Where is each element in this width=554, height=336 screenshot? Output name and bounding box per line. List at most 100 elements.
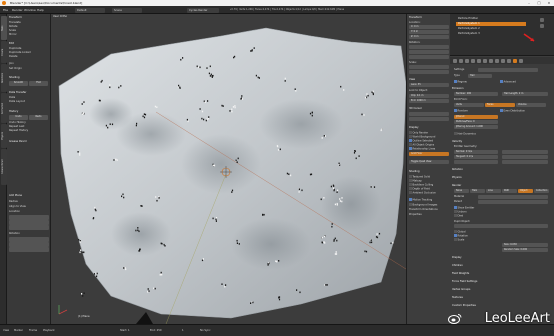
sync-mode-dropdown[interactable]: No Sync [200, 329, 211, 332]
remove-slot-icon[interactable] [540, 24, 544, 28]
normal-field[interactable]: Normal: 0 m/s [454, 150, 498, 154]
np-world-bg[interactable]: World Background [409, 135, 449, 138]
jittered-dropdown[interactable]: Jittered [454, 115, 498, 119]
field-weights-header[interactable]: Field Weights [452, 272, 550, 275]
timeline-frame-menu[interactable]: Frame [29, 329, 37, 332]
np-only-render[interactable]: Only Render [409, 131, 449, 134]
op-location-z[interactable] [9, 225, 49, 230]
layers-icon[interactable] [459, 58, 463, 63]
tool-mirror[interactable]: Mirror [9, 33, 49, 37]
unborn-checkbox[interactable]: Unborn [454, 210, 550, 213]
scale-checkbox[interactable]: Scale [454, 238, 550, 241]
show-emitter-checkbox[interactable]: Show Emitter [454, 206, 550, 209]
shade-smooth-button[interactable]: Smooth [9, 81, 28, 86]
np-clip-end[interactable]: End: 1000 m [409, 99, 449, 103]
hair-dynamics-checkbox[interactable]: Hair Dynamics [454, 132, 550, 135]
np-loc-y[interactable]: Y: 0 m [409, 30, 449, 34]
even-distribution-checkbox[interactable]: Even Distribution [500, 109, 548, 112]
died-checkbox[interactable]: Died [454, 214, 550, 217]
display-header[interactable]: Display [452, 256, 550, 259]
material-selector[interactable] [478, 195, 548, 199]
np-matcap[interactable]: Matcap [409, 179, 449, 182]
render-header[interactable]: Render [452, 184, 550, 187]
render-icon[interactable] [453, 58, 457, 63]
settings-selector[interactable] [478, 68, 538, 72]
list-item[interactable]: ParticleSystem 3 [458, 32, 480, 36]
np-textured-solid[interactable]: Textured Solid [409, 175, 449, 178]
menu-file[interactable]: File [3, 8, 8, 12]
np-transform-header[interactable]: Transform [409, 16, 449, 19]
menu-window[interactable]: Window [24, 8, 36, 12]
list-item[interactable]: ParticleSystem 2 [458, 27, 480, 31]
transform-panel-header[interactable]: Transform [9, 16, 49, 19]
timeline-playback-menu[interactable]: Playback [43, 329, 55, 332]
textures-header[interactable]: Textures [452, 296, 550, 299]
render-collection-button[interactable]: Collection [534, 189, 549, 193]
np-clip-start[interactable]: Clip: 0.1 m [409, 94, 449, 98]
object-align-x[interactable] [502, 155, 548, 159]
global-checkbox[interactable]: Global [454, 230, 550, 233]
force-settings-header[interactable]: Force Field Settings [452, 280, 550, 283]
shade-flat-button[interactable]: Flat [29, 81, 48, 86]
history-panel-header[interactable]: History [9, 110, 49, 113]
emit-verts-button[interactable]: Verts [454, 103, 484, 107]
np-ao[interactable]: Ambient Occlusion [409, 191, 449, 194]
dupli-object-selector[interactable] [454, 224, 548, 228]
np-backface[interactable]: Backface Culling [409, 183, 449, 186]
tool-set-origin[interactable]: Set Origin [9, 67, 49, 71]
np-view-header[interactable]: View [409, 78, 449, 81]
np-all-origins[interactable]: All Object Origins [409, 143, 449, 146]
texture-icon[interactable] [507, 58, 511, 63]
op-rotation-x[interactable] [9, 237, 49, 242]
layout-selector[interactable]: Default [75, 7, 105, 13]
op-location-x[interactable] [9, 215, 49, 220]
op-rotation-y[interactable] [9, 242, 49, 247]
data-icon[interactable] [495, 58, 499, 63]
render-line-button[interactable]: Line [486, 189, 501, 193]
object-icon[interactable] [477, 58, 481, 63]
undo-button[interactable]: Undo [9, 115, 28, 120]
physics-icon[interactable] [519, 58, 523, 63]
np-background-images[interactable]: Background Images [409, 203, 449, 206]
repeat-history-button[interactable]: Repeat History [9, 129, 49, 133]
np-properties[interactable]: Properties [409, 213, 449, 216]
operator-panel-header[interactable]: Add Plane [9, 194, 49, 197]
grease-pencil-header[interactable]: Grease Pencil [9, 140, 49, 143]
tab-animation[interactable]: Animation [0, 93, 7, 123]
tab-relations[interactable]: Relations [0, 64, 7, 92]
render-none-button[interactable]: None [454, 189, 469, 193]
tangent-field[interactable]: Tangent: 0 m/s [454, 155, 498, 159]
tool-join[interactable]: Join [9, 62, 49, 66]
emit-faces-button[interactable]: Faces [485, 103, 515, 107]
number-field[interactable]: Number: 100 [454, 92, 498, 96]
np-loc-x[interactable]: X: 0 m [409, 25, 449, 29]
op-rotation-z[interactable] [9, 247, 49, 252]
render-object-button[interactable]: Object [518, 189, 533, 193]
type-dropdown[interactable]: Hair [468, 74, 492, 78]
end-frame-field[interactable]: End: 250 [150, 329, 162, 332]
tool-delete[interactable]: Delete [9, 55, 49, 59]
np-toggle-quad[interactable]: Toggle Quad View [409, 160, 449, 164]
list-item[interactable]: Particle Emitter [458, 17, 478, 21]
object-velocity-field[interactable] [502, 150, 548, 154]
np-cursor-y[interactable] [409, 117, 449, 121]
particles-face-field[interactable]: Particles/Face: 0 [454, 120, 498, 124]
advanced-checkbox[interactable]: Advanced [500, 80, 540, 83]
render-engine-selector[interactable]: Cycles Render [187, 7, 219, 13]
op-location-y[interactable] [9, 220, 49, 225]
emit-volume-button[interactable]: Volume [516, 103, 546, 107]
render-halo-button[interactable]: Halo [470, 189, 485, 193]
particle-system-list[interactable]: Particle Emitter ParticleSystem 1 Partic… [450, 14, 554, 56]
constraints-icon[interactable] [483, 58, 487, 63]
rotation-header[interactable]: Rotation [452, 168, 550, 171]
custom-properties-header[interactable]: Custom Properties [452, 304, 550, 307]
render-path-button[interactable]: Path [502, 189, 517, 193]
material-icon[interactable] [501, 58, 505, 63]
np-cursor-x[interactable] [409, 112, 449, 116]
np-loc-z[interactable]: Z: 0 m [409, 35, 449, 39]
children-header[interactable]: Children [452, 264, 550, 267]
add-slot-icon[interactable] [540, 18, 544, 22]
op-align[interactable]: Align to View [9, 205, 49, 209]
3d-viewport[interactable]: User Ortho (1) Plane [51, 14, 406, 324]
tab-physics[interactable]: Physics [0, 124, 7, 148]
